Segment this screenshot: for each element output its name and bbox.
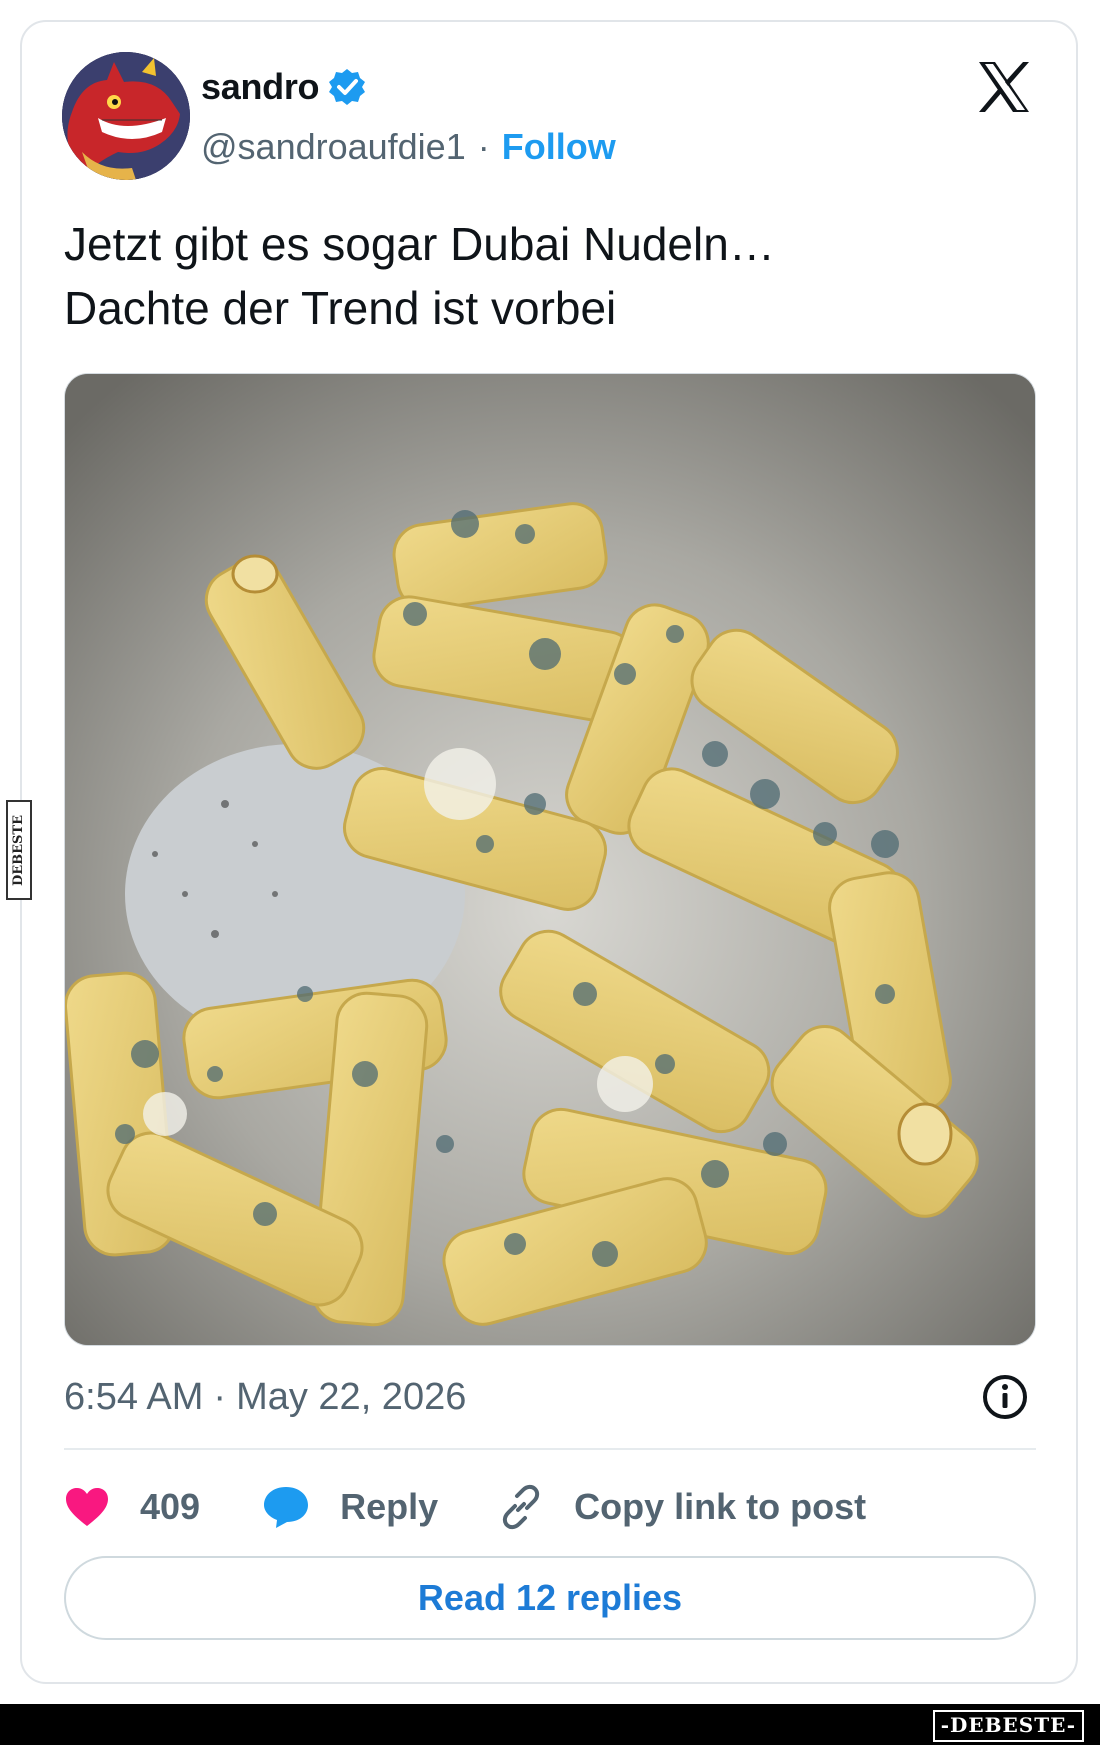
watermark-logo: -DEBESTE-: [932, 1710, 1084, 1742]
display-name[interactable]: sandro: [201, 66, 320, 108]
x-logo-icon[interactable]: [975, 58, 1033, 116]
read-replies-button[interactable]: Read 12 replies: [64, 1556, 1036, 1640]
info-icon[interactable]: [980, 1372, 1030, 1422]
read-replies-label: Read 12 replies: [417, 1577, 683, 1618]
author-name-row: sandro: [201, 64, 367, 110]
verified-badge-icon: [329, 69, 366, 105]
like-button[interactable]: 409: [64, 1486, 200, 1528]
author-handle[interactable]: @sandroaufdie1: [201, 126, 466, 168]
timestamp-separator: ·: [213, 1375, 227, 1418]
handle-row: @sandroaufdie1 · Follow: [201, 124, 616, 170]
copy-link-label: Copy link to post: [574, 1486, 867, 1527]
action-bar: 409 Reply Copy link to post: [64, 1478, 866, 1536]
follow-button[interactable]: Follow: [502, 126, 616, 168]
tweet-photo[interactable]: [64, 373, 1036, 1346]
avatar[interactable]: [62, 52, 190, 180]
side-watermark-text: DEBESTE: [11, 814, 27, 886]
copy-link-button[interactable]: Copy link to post: [498, 1484, 866, 1530]
tweet-text: Jetzt gibt es sogar Dubai Nudeln… Dachte…: [64, 212, 1024, 340]
separator-dot: ·: [477, 126, 490, 167]
link-icon: [503, 1484, 540, 1530]
reply-label: Reply: [340, 1486, 439, 1527]
divider: [64, 1448, 1036, 1450]
bottom-watermark-bar: -DEBESTE-: [0, 1704, 1100, 1745]
tweet-text-line-1: Jetzt gibt es sogar Dubai Nudeln…: [64, 218, 775, 270]
tweet-date: May 22, 2026: [236, 1375, 467, 1418]
heart-icon: [66, 1488, 108, 1526]
reply-button[interactable]: Reply: [262, 1485, 438, 1529]
side-watermark: DEBESTE: [6, 800, 32, 900]
tweet-text-line-2: Dachte der Trend ist vorbei: [64, 282, 617, 334]
speech-bubble-icon: [264, 1487, 309, 1528]
timestamp[interactable]: 6:54 AM · May 22, 2026: [64, 1372, 466, 1422]
tweet-time: 6:54 AM: [64, 1375, 204, 1418]
like-count: 409: [140, 1486, 201, 1527]
